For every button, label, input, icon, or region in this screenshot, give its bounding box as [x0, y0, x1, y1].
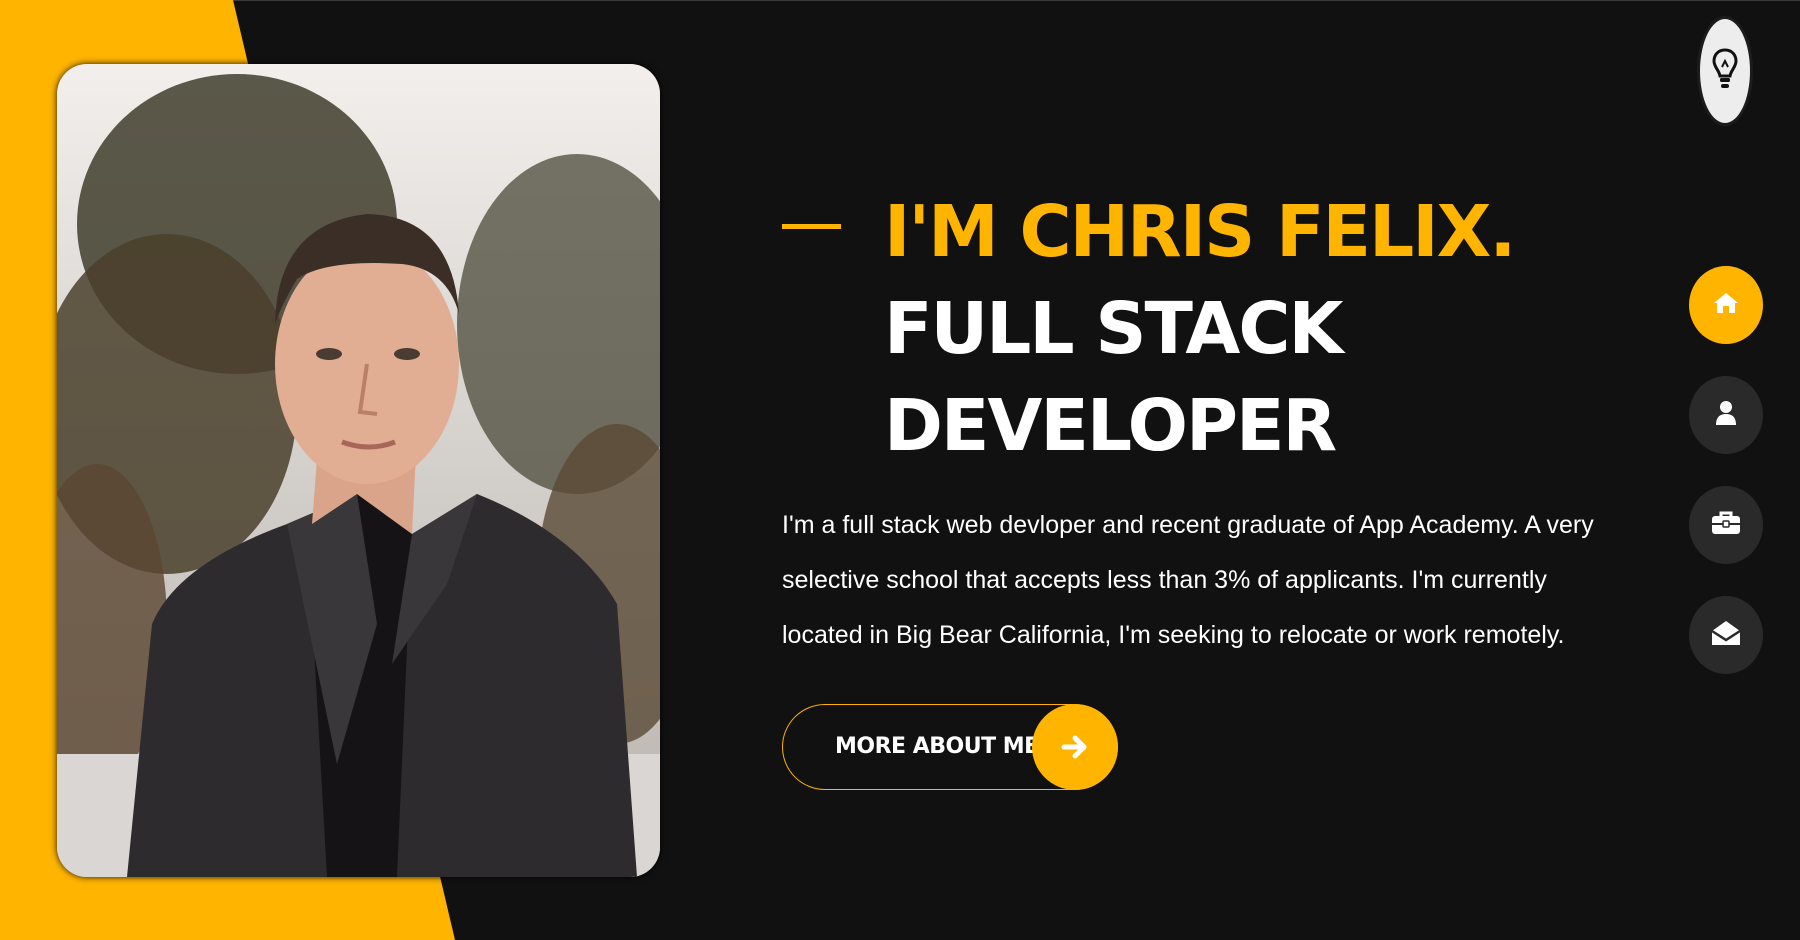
top-border — [0, 0, 1800, 1]
portrait-photo — [57, 64, 660, 877]
nav-portfolio-button[interactable] — [1689, 486, 1763, 564]
home-icon — [1713, 291, 1739, 320]
hero-headline: I'M CHRIS FELIX. FULL STACK DEVELOPER — [884, 183, 1516, 474]
hero-name: I'M CHRIS FELIX. — [884, 190, 1516, 273]
user-icon — [1715, 400, 1737, 431]
nav-about-button[interactable] — [1689, 376, 1763, 454]
theme-toggle-button[interactable] — [1697, 16, 1753, 126]
more-about-me-button[interactable]: MORE ABOUT ME — [782, 704, 1118, 790]
profile-photo — [57, 64, 660, 877]
nav-contact-button[interactable] — [1689, 596, 1763, 674]
nav-home-button[interactable] — [1689, 266, 1763, 344]
hero-role: FULL STACK DEVELOPER — [884, 287, 1343, 467]
more-about-me-label: MORE ABOUT ME — [835, 734, 1039, 759]
lightbulb-icon — [1712, 47, 1738, 96]
intro-dash — [782, 224, 841, 229]
briefcase-icon — [1711, 510, 1741, 541]
hero-bio: I'm a full stack web devloper and recent… — [782, 511, 1594, 649]
envelope-open-icon — [1711, 619, 1741, 652]
arrow-right-icon — [1032, 704, 1118, 790]
